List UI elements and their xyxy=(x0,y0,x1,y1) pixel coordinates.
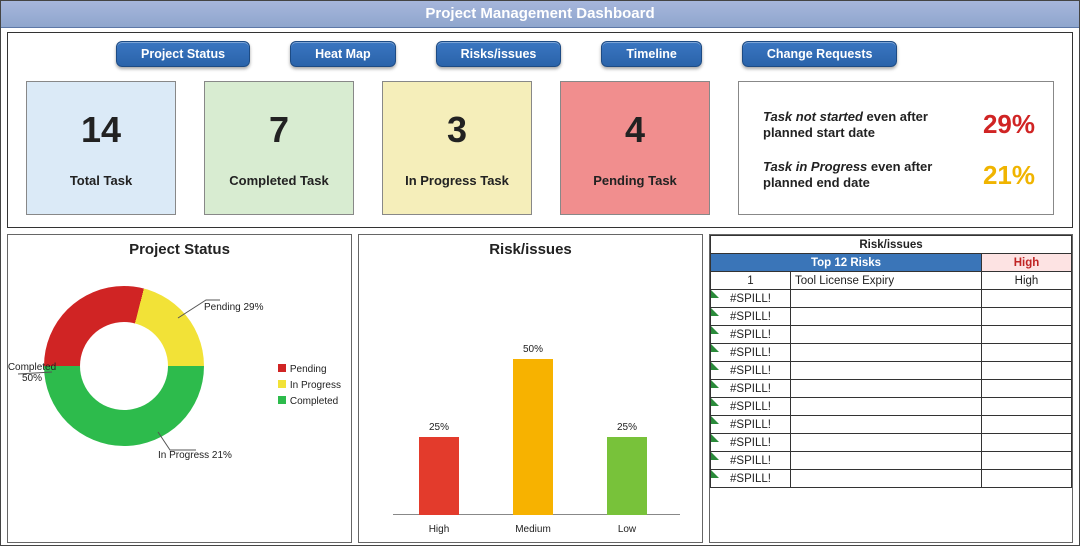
summary-panel: Project Status Heat Map Risks/issues Tim… xyxy=(7,32,1073,228)
page-title: Project Management Dashboard xyxy=(1,1,1079,28)
card-completed-label: Completed Task xyxy=(229,173,328,188)
bar-high-label: High xyxy=(409,524,469,535)
risk-id-cell: 1 xyxy=(711,272,791,290)
card-inprogress-label: In Progress Task xyxy=(405,173,509,188)
table-row[interactable]: #SPILL! xyxy=(711,398,1072,416)
risk-id-cell: #SPILL! xyxy=(711,290,791,308)
alert-inprogress-text: Task in Progress even after planned end … xyxy=(763,159,933,192)
risk-desc-cell xyxy=(791,344,982,362)
risk-desc-cell xyxy=(791,290,982,308)
risk-severity-cell: High xyxy=(982,272,1072,290)
card-inprogress-task: 3 In Progress Task xyxy=(382,81,532,215)
risk-severity-cell xyxy=(982,344,1072,362)
card-completed-task: 7 Completed Task xyxy=(204,81,354,215)
risk-desc-cell xyxy=(791,434,982,452)
risks-header-severity: High xyxy=(982,254,1072,272)
risk-id-cell: #SPILL! xyxy=(711,398,791,416)
alert-card: Task not started even after planned star… xyxy=(738,81,1054,215)
table-row[interactable]: #SPILL! xyxy=(711,434,1072,452)
table-row[interactable]: #SPILL! xyxy=(711,326,1072,344)
risk-severity-cell xyxy=(982,290,1072,308)
risk-id-cell: #SPILL! xyxy=(711,416,791,434)
risk-desc-cell xyxy=(791,326,982,344)
risks-table-box: Risk/issues Top 12 Risks High 1Tool Lice… xyxy=(709,234,1073,543)
card-pending-task: 4 Pending Task xyxy=(560,81,710,215)
table-row[interactable]: #SPILL! xyxy=(711,416,1072,434)
nav-project-status[interactable]: Project Status xyxy=(116,41,250,67)
risk-id-cell: #SPILL! xyxy=(711,344,791,362)
chart-status-title: Project Status xyxy=(8,241,351,258)
risk-desc-cell xyxy=(791,308,982,326)
chart-risk-issues: Risk/issues 25% 50% 25% High Medium Low xyxy=(358,234,703,543)
risk-id-cell: #SPILL! xyxy=(711,470,791,488)
table-row[interactable]: #SPILL! xyxy=(711,344,1072,362)
risk-id-cell: #SPILL! xyxy=(711,452,791,470)
risk-id-cell: #SPILL! xyxy=(711,308,791,326)
bar-high xyxy=(419,437,459,515)
table-row[interactable]: #SPILL! xyxy=(711,308,1072,326)
bar-low-val: 25% xyxy=(607,422,647,433)
risk-desc-cell xyxy=(791,470,982,488)
risk-id-cell: #SPILL! xyxy=(711,362,791,380)
nav-timeline[interactable]: Timeline xyxy=(601,41,701,67)
bar-medium-label: Medium xyxy=(503,524,563,535)
pie-label-pending: Pending 29% xyxy=(204,302,264,313)
risk-desc-cell xyxy=(791,398,982,416)
risk-desc-cell xyxy=(791,362,982,380)
bar-low xyxy=(607,437,647,515)
risk-id-cell: #SPILL! xyxy=(711,380,791,398)
table-row[interactable]: #SPILL! xyxy=(711,362,1072,380)
pie-legend: Pending In Progress Completed xyxy=(278,362,341,410)
risk-id-cell: #SPILL! xyxy=(711,326,791,344)
nav-risks-issues[interactable]: Risks/issues xyxy=(436,41,562,67)
risk-severity-cell xyxy=(982,452,1072,470)
card-total-task: 14 Total Task xyxy=(26,81,176,215)
risk-desc-cell xyxy=(791,416,982,434)
bar-medium xyxy=(513,359,553,515)
risks-section-header: Risk/issues xyxy=(711,236,1072,254)
table-row[interactable]: #SPILL! xyxy=(711,452,1072,470)
risks-header-main: Top 12 Risks xyxy=(711,254,982,272)
pie-label-inprogress: In Progress 21% xyxy=(158,450,232,461)
bar-medium-val: 50% xyxy=(513,344,553,355)
bar-high-val: 25% xyxy=(419,422,459,433)
card-total-value: 14 xyxy=(81,109,121,151)
nav-row: Project Status Heat Map Risks/issues Tim… xyxy=(16,39,1064,77)
risk-severity-cell xyxy=(982,470,1072,488)
chart-project-status: Project Status Pending 29% In Progress 2… xyxy=(7,234,352,543)
risk-severity-cell xyxy=(982,326,1072,344)
table-row[interactable]: #SPILL! xyxy=(711,290,1072,308)
table-row[interactable]: #SPILL! xyxy=(711,470,1072,488)
risks-table: Risk/issues Top 12 Risks High 1Tool Lice… xyxy=(710,235,1072,488)
risk-desc-cell xyxy=(791,380,982,398)
risk-id-cell: #SPILL! xyxy=(711,434,791,452)
donut-pie xyxy=(44,286,204,446)
card-completed-value: 7 xyxy=(269,109,289,151)
risk-severity-cell xyxy=(982,380,1072,398)
table-row[interactable]: #SPILL! xyxy=(711,380,1072,398)
nav-change-requests[interactable]: Change Requests xyxy=(742,41,898,67)
pie-label-completed: Completed 50% xyxy=(2,362,62,384)
nav-heat-map[interactable]: Heat Map xyxy=(290,41,396,67)
chart-risk-title: Risk/issues xyxy=(359,241,702,258)
risk-severity-cell xyxy=(982,416,1072,434)
risk-severity-cell xyxy=(982,362,1072,380)
risk-severity-cell xyxy=(982,308,1072,326)
card-total-label: Total Task xyxy=(70,173,132,188)
card-pending-value: 4 xyxy=(625,109,645,151)
alert-inprogress-value: 21% xyxy=(983,160,1035,191)
risk-severity-cell xyxy=(982,398,1072,416)
risk-desc-cell: Tool License Expiry xyxy=(791,272,982,290)
risk-desc-cell xyxy=(791,452,982,470)
card-inprogress-value: 3 xyxy=(447,109,467,151)
alert-not-started-text: Task not started even after planned star… xyxy=(763,109,933,142)
alert-not-started-value: 29% xyxy=(983,109,1035,140)
table-row[interactable]: 1Tool License ExpiryHigh xyxy=(711,272,1072,290)
bar-low-label: Low xyxy=(597,524,657,535)
risk-severity-cell xyxy=(982,434,1072,452)
card-pending-label: Pending Task xyxy=(593,173,677,188)
